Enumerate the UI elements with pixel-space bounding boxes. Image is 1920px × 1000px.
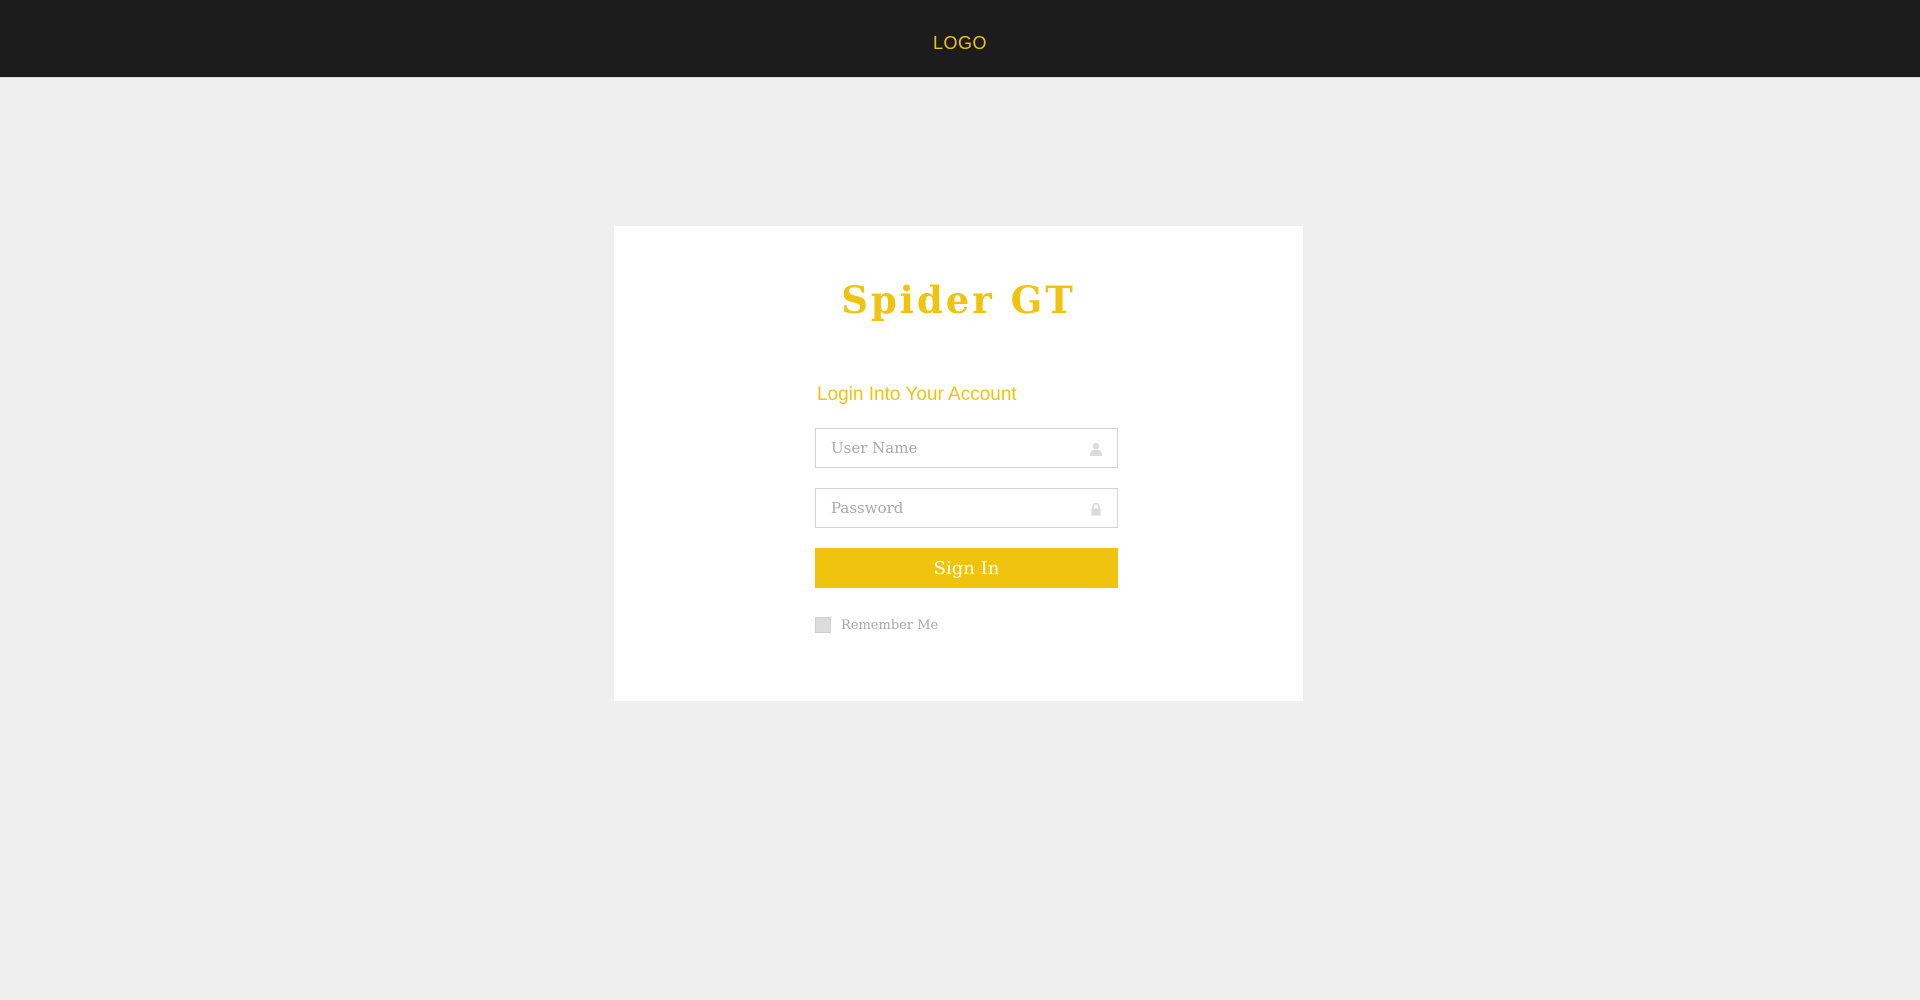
username-field-wrapper (815, 428, 1118, 468)
password-field-wrapper (815, 488, 1118, 528)
top-bar: LOGO (0, 0, 1920, 78)
header-logo[interactable]: LOGO (933, 33, 987, 54)
sign-in-button[interactable]: Sign In (815, 548, 1118, 588)
password-input[interactable] (816, 489, 1117, 527)
login-form: Login Into Your Account Sign In Remember… (815, 381, 1118, 633)
brand-title: Spider GT (841, 278, 1076, 322)
user-icon (1090, 443, 1102, 456)
remember-me-label: Remember Me (841, 617, 939, 633)
username-input[interactable] (816, 429, 1117, 467)
lock-icon (1091, 502, 1101, 516)
remember-me-checkbox[interactable] (815, 617, 831, 633)
remember-me[interactable]: Remember Me (815, 617, 1118, 633)
form-title: Login Into Your Account (817, 384, 1017, 405)
login-card: Spider GT Login Into Your Account Sign I… (614, 226, 1303, 701)
